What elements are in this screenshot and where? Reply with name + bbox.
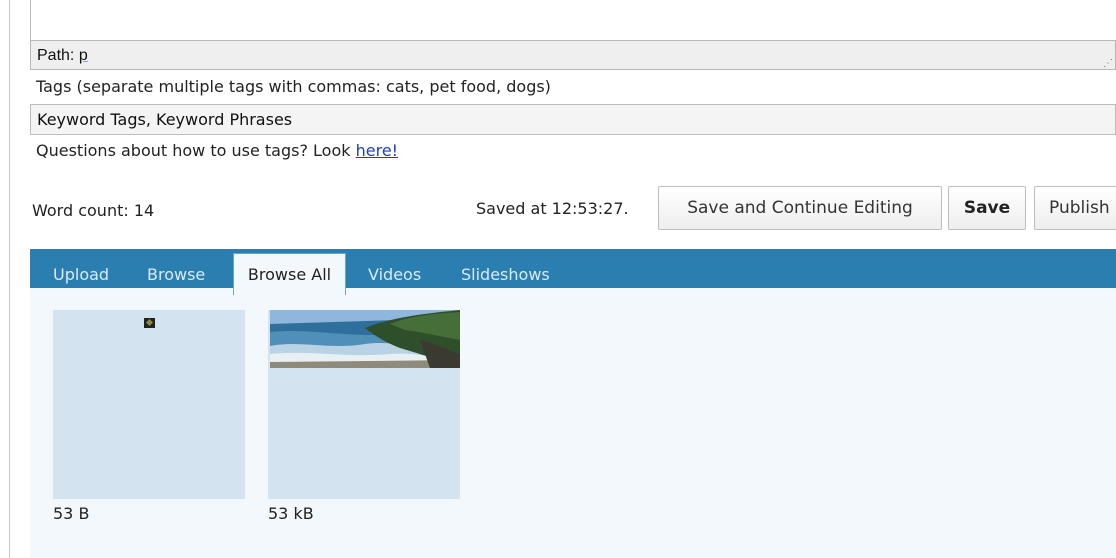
tags-label: Tags (separate multiple tags with commas… [36, 77, 551, 96]
tags-help-text: Questions about how to use tags? Look he… [36, 140, 398, 162]
word-count: Word count: 14 [32, 201, 155, 220]
publish-button[interactable]: Publish [1034, 186, 1116, 230]
media-item-thumbnail[interactable] [268, 310, 460, 499]
tab-slideshows[interactable]: Slideshows [461, 257, 550, 288]
path-label: Path: [37, 47, 75, 64]
beach-photo [270, 310, 460, 368]
tags-help-question: Questions about how to use tags? Look [36, 141, 351, 160]
post-editor-area[interactable] [30, 0, 1116, 40]
editor-path-bar: Path: p ⋰ [30, 40, 1116, 70]
media-item-thumbnail[interactable] [53, 310, 245, 499]
page-left-border [9, 0, 10, 558]
path-value[interactable]: p [79, 47, 88, 64]
autosave-status: Saved at 12:53:27. [476, 199, 629, 218]
tab-videos[interactable]: Videos [368, 257, 421, 288]
tab-upload[interactable]: Upload [53, 257, 109, 288]
media-browser-panel: Upload Browse Browse All Videos Slidesho… [30, 249, 1116, 558]
media-item-size: 53 B [53, 504, 90, 523]
save-and-continue-button[interactable]: Save and Continue Editing [658, 186, 942, 230]
resize-grip-icon[interactable]: ⋰ [1103, 59, 1113, 69]
save-button[interactable]: Save [948, 186, 1026, 230]
media-item-size: 53 kB [268, 504, 314, 523]
tab-browse-all[interactable]: Browse All [233, 253, 346, 295]
tags-help-link[interactable]: here! [356, 141, 398, 160]
tags-input[interactable] [30, 104, 1116, 135]
broken-image-icon [144, 318, 155, 328]
tab-browse[interactable]: Browse [147, 257, 205, 288]
media-tab-bar: Upload Browse Browse All Videos Slidesho… [30, 249, 1116, 295]
